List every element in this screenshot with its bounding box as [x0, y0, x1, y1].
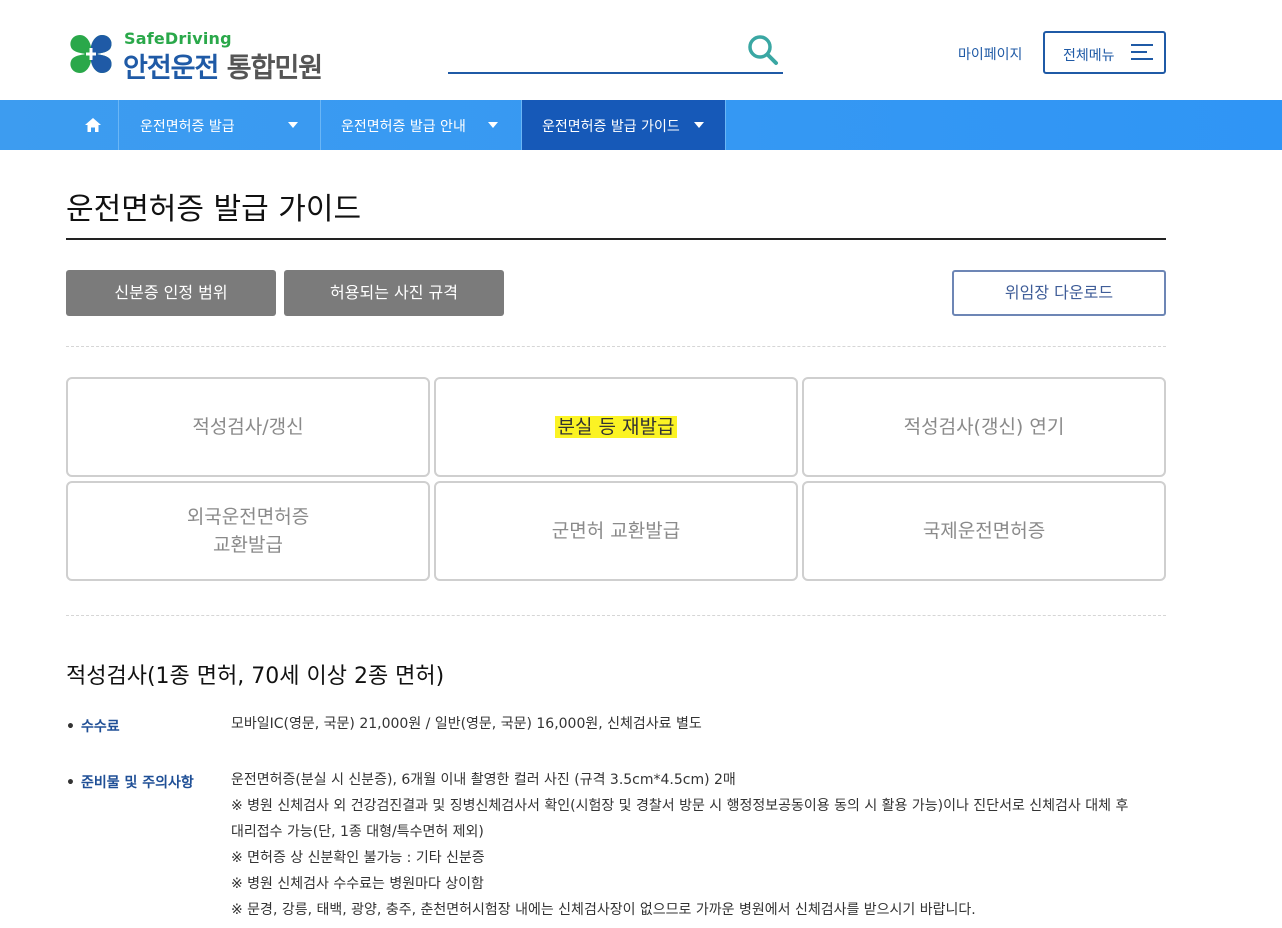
photo-spec-button[interactable]: 허용되는 사진 규격 — [284, 270, 504, 316]
nav-item-label: 운전면허증 발급 안내 — [341, 119, 466, 135]
bullet-icon: • — [66, 775, 75, 791]
tile-aptitude-renewal[interactable]: 적성검사/갱신 — [66, 377, 430, 477]
caret-down-icon — [488, 122, 498, 128]
nav-item-label: 운전면허증 발급 가이드 — [542, 119, 680, 135]
tile-label: 군면허 교환발급 — [551, 520, 681, 542]
main-nav: 운전면허증 발급 운전면허증 발급 안내 운전면허증 발급 가이드 — [0, 100, 1282, 150]
prep-line: ※ 면허증 상 신분확인 불가능 : 기타 신분증 — [231, 850, 485, 866]
nav-home-button[interactable] — [66, 100, 119, 150]
page-title: 운전면허증 발급 가이드 — [66, 192, 362, 227]
proxy-download-button[interactable]: 위임장 다운로드 — [952, 270, 1166, 316]
prep-label-text: 준비물 및 주의사항 — [80, 775, 194, 791]
title-divider — [66, 238, 1166, 240]
tile-label: 적성검사(갱신) 연기 — [903, 416, 1065, 438]
search-input[interactable] — [448, 30, 738, 70]
tile-international-license[interactable]: 국제운전면허증 — [802, 481, 1166, 581]
logo-title: 안전운전 통합민원 — [123, 46, 323, 85]
tile-label: 외국운전면허증 교환발급 — [186, 506, 310, 556]
site-logo[interactable]: SafeDriving 안전운전 통합민원 — [66, 29, 346, 84]
prep-line: ※ 병원 신체검사 외 건강검진결과 및 징병신체검사서 확인(시험장 및 경찰… — [231, 798, 1129, 814]
prep-line: ※ 문경, 강릉, 태백, 광양, 충주, 춘천면허시험장 내에는 신체검사장이… — [231, 902, 976, 918]
hamburger-icon — [1131, 44, 1155, 62]
section-title: 적성검사(1종 면허, 70세 이상 2종 면허) — [66, 664, 445, 689]
nav-item-license-info[interactable]: 운전면허증 발급 안내 — [321, 100, 522, 150]
tile-reissue[interactable]: 분실 등 재발급 — [434, 377, 798, 477]
logo-title-main: 안전운전 — [123, 53, 219, 84]
site-header: SafeDriving 안전운전 통합민원 마이페이지 전체메뉴 — [0, 0, 1282, 100]
search-icon[interactable] — [745, 32, 781, 68]
nav-item-label: 운전면허증 발급 — [140, 119, 235, 135]
prep-label: • 준비물 및 주의사항 — [66, 772, 194, 792]
bullet-icon: • — [66, 719, 75, 735]
home-icon — [85, 118, 101, 132]
prep-list: 운전면허증(분실 시 신분증), 6개월 이내 촬영한 컬러 사진 (규격 3.… — [231, 767, 1128, 923]
tile-renewal-postpone[interactable]: 적성검사(갱신) 연기 — [802, 377, 1166, 477]
prep-line: 운전면허증(분실 시 신분증), 6개월 이내 촬영한 컬러 사진 (규격 3.… — [231, 772, 736, 788]
all-menu-label: 전체메뉴 — [1063, 48, 1115, 64]
tile-label: 분실 등 재발급 — [554, 416, 678, 438]
section-divider — [66, 615, 1166, 616]
logo-title-sub: 통합민원 — [226, 53, 323, 84]
fee-label-text: 수수료 — [80, 719, 120, 735]
logo-cross-icon — [70, 35, 112, 73]
id-scope-button[interactable]: 신분증 인정 범위 — [66, 270, 276, 316]
tile-label: 적성검사/갱신 — [192, 416, 304, 438]
nav-item-license-guide[interactable]: 운전면허증 발급 가이드 — [522, 100, 726, 150]
nav-item-license-issue[interactable]: 운전면허증 발급 — [120, 100, 321, 150]
fee-text: 모바일IC(영문, 국문) 21,000원 / 일반(영문, 국문) 16,00… — [231, 716, 702, 732]
tile-foreign-license-exchange[interactable]: 외국운전면허증 교환발급 — [66, 481, 430, 581]
tile-label: 국제운전면허증 — [922, 520, 1046, 542]
prep-line: 대리접수 가능(단, 1종 대형/특수면허 제외) — [231, 824, 484, 840]
fee-label: • 수수료 — [66, 716, 120, 736]
mypage-link[interactable]: 마이페이지 — [958, 44, 1022, 64]
tile-military-license-exchange[interactable]: 군면허 교환발급 — [434, 481, 798, 581]
prep-line: ※ 병원 신체검사 수수료는 병원마다 상이함 — [231, 876, 484, 892]
section-divider — [66, 346, 1166, 347]
caret-down-icon — [694, 122, 704, 128]
all-menu-button[interactable]: 전체메뉴 — [1043, 31, 1166, 74]
caret-down-icon — [288, 122, 298, 128]
search-bar — [448, 30, 783, 74]
